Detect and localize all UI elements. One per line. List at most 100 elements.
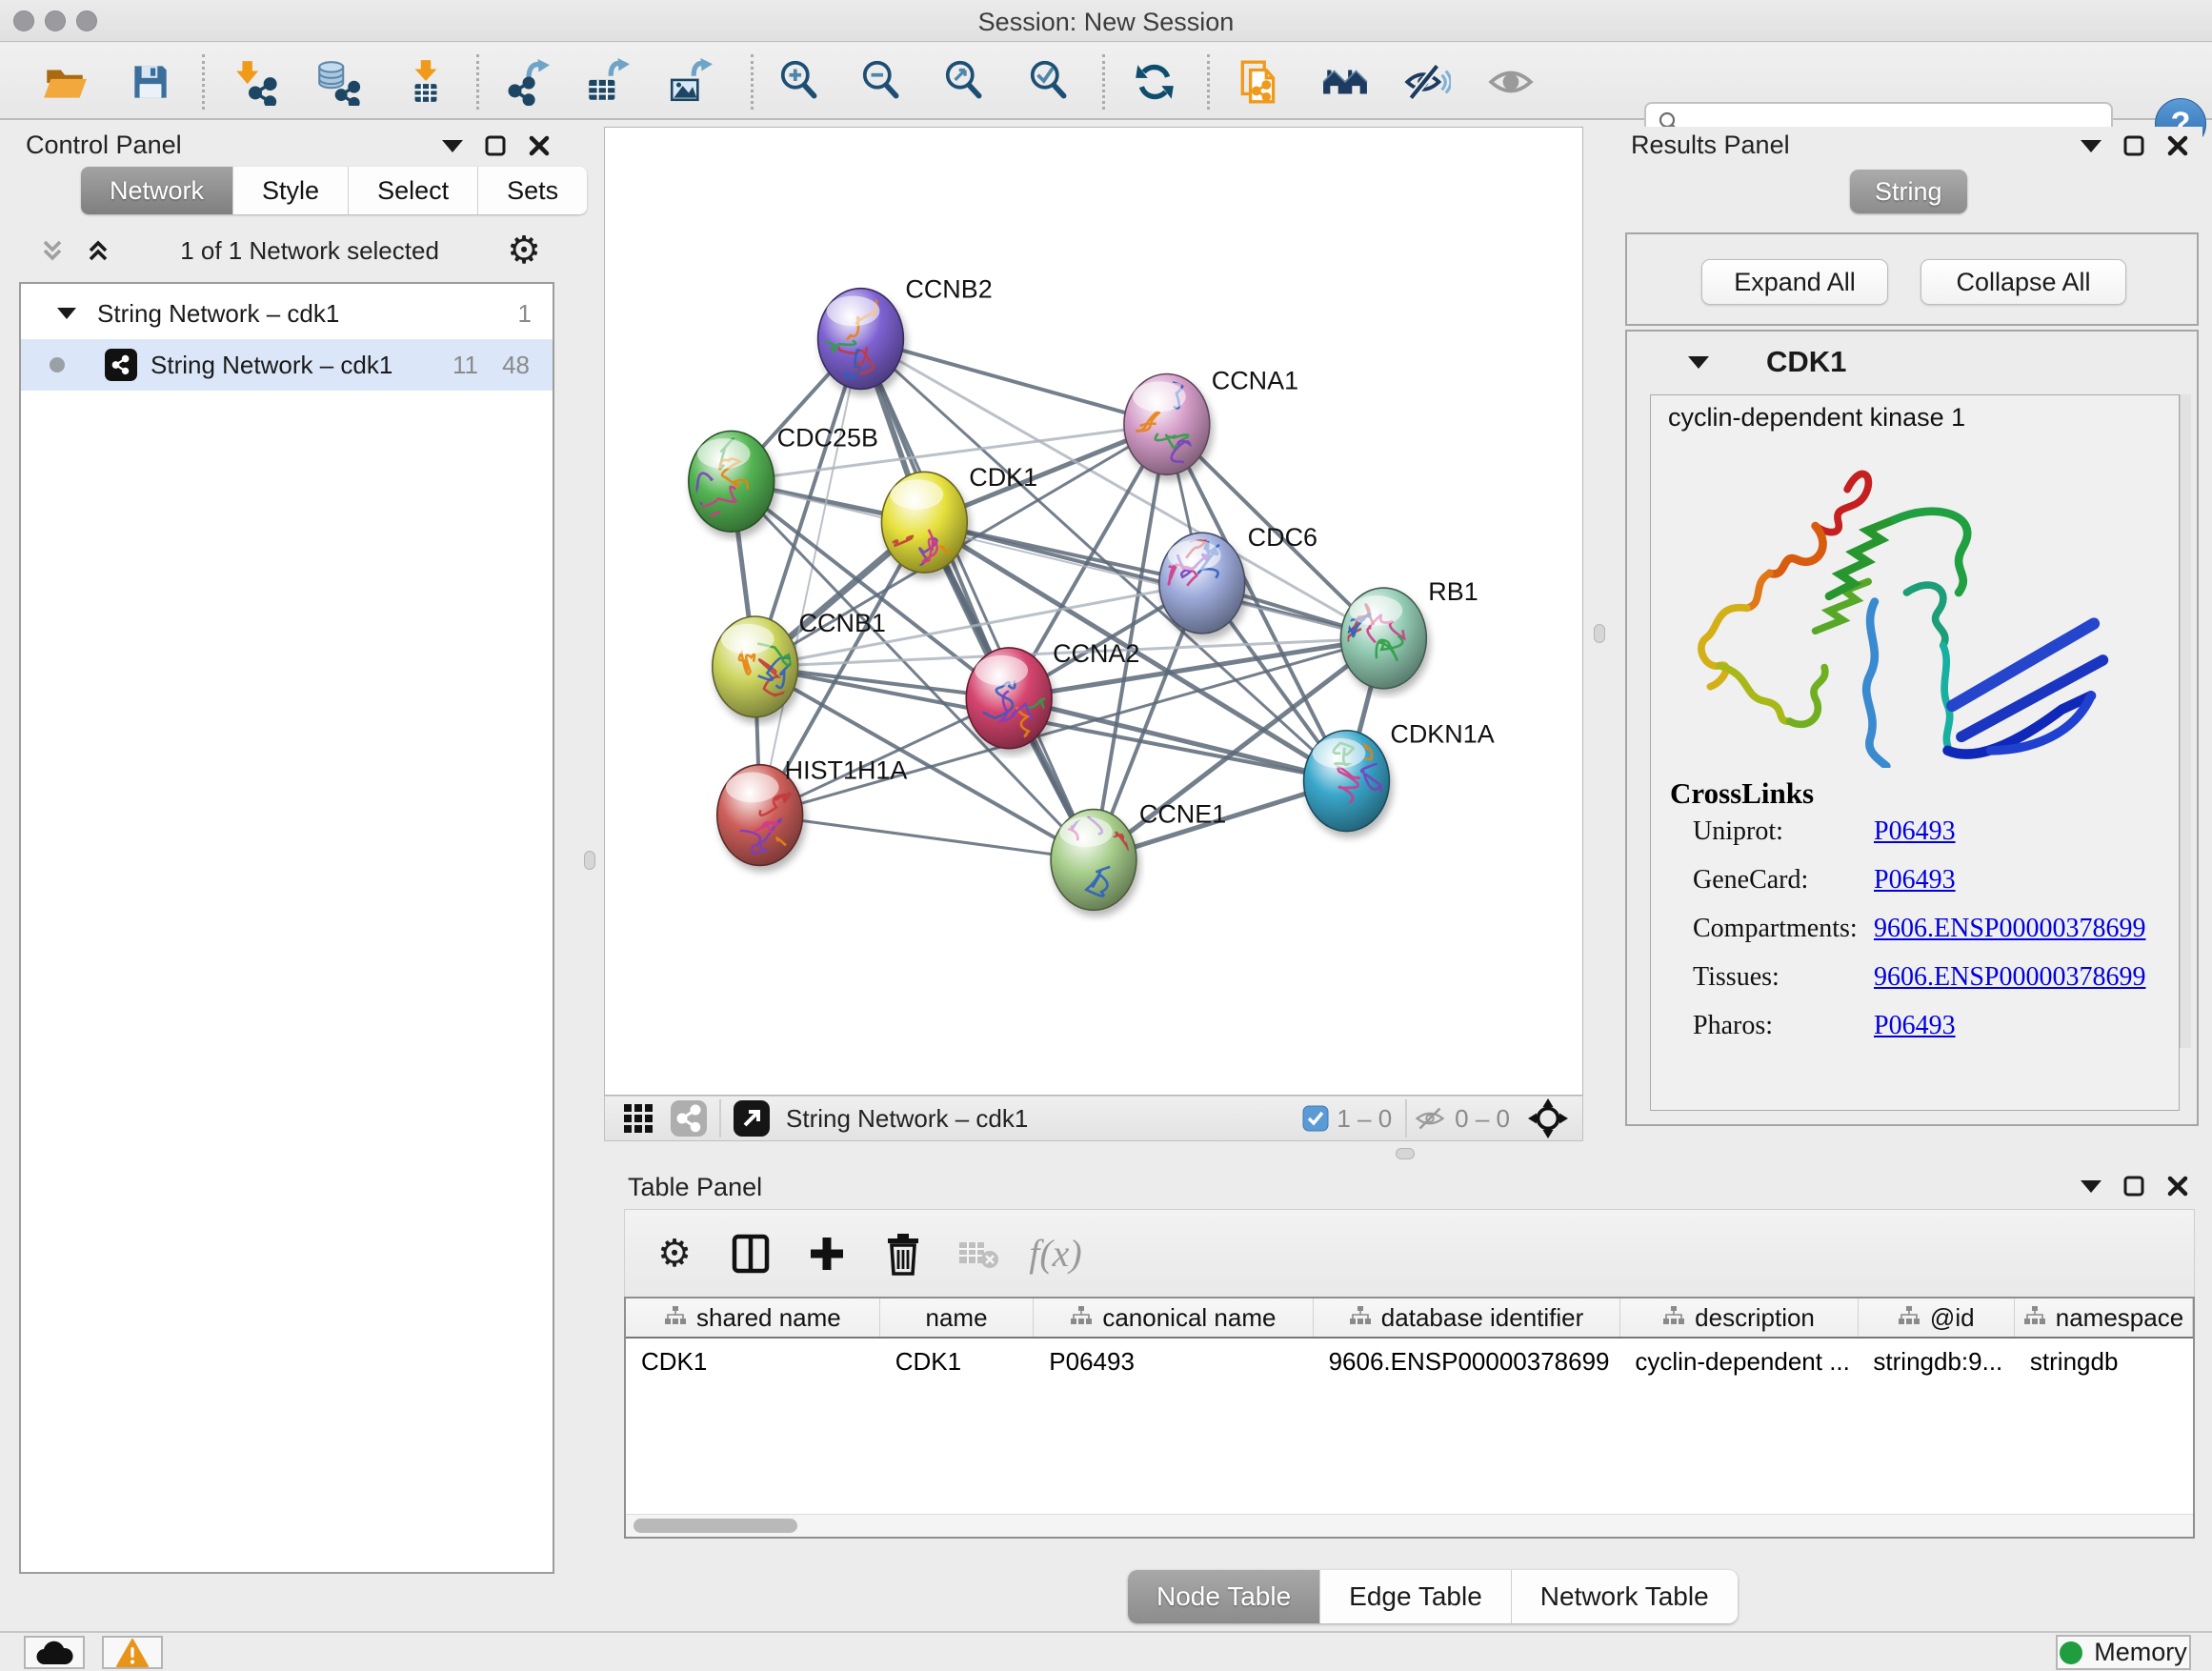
network-node-CCNB1[interactable] <box>713 616 798 717</box>
column-header-shared-name[interactable]: shared name <box>626 1299 880 1337</box>
zoom-fit-button[interactable] <box>939 56 991 108</box>
column-header-namespace[interactable]: namespace <box>2015 1299 2193 1337</box>
network-edge-CCNE1-HIST1H1A[interactable] <box>760 815 1094 860</box>
tab-network-table[interactable]: Network Table <box>1512 1570 1738 1623</box>
table-settings-gear-icon[interactable]: ⚙ <box>648 1235 701 1273</box>
panel-close-icon[interactable] <box>528 134 551 157</box>
table-horizontal-scrollbar[interactable] <box>626 1514 2193 1537</box>
network-canvas[interactable]: CCNB2CCNA1CDC25BCDK1CDC6RB1CCNB1CCNA2CDK… <box>604 127 1583 1096</box>
tab-sets[interactable]: Sets <box>478 167 587 214</box>
collapse-all-networks-icon[interactable] <box>38 236 67 265</box>
table-cell[interactable]: stringdb:9... <box>1858 1340 2014 1382</box>
save-session-button[interactable] <box>125 56 176 108</box>
table-cell[interactable]: CDK1 <box>880 1340 1035 1382</box>
toolbar-separator <box>751 54 754 110</box>
section-expand-icon[interactable] <box>1688 356 1709 369</box>
panel-close-icon[interactable] <box>2166 1175 2189 1198</box>
refresh-button[interactable] <box>1129 56 1180 108</box>
panel-float-icon[interactable] <box>2122 1175 2145 1198</box>
export-image-button[interactable] <box>664 56 715 108</box>
panel-float-icon[interactable] <box>484 134 507 157</box>
tab-style[interactable]: Style <box>233 167 349 214</box>
network-node-CCNA1[interactable] <box>1124 364 1210 489</box>
network-collection-row[interactable]: String Network – cdk1 1 <box>21 288 553 339</box>
crosslink-link[interactable]: P06493 <box>1874 816 1956 865</box>
tab-select[interactable]: Select <box>349 167 478 214</box>
control-panel: Control Panel NetworkStyleSelectSets 1 o… <box>10 127 564 1579</box>
network-share-badge-icon[interactable] <box>670 1099 708 1137</box>
collapse-all-button[interactable]: Collapse All <box>1920 259 2126 305</box>
gene-section-header[interactable]: CDK1 <box>1627 332 2197 393</box>
horizontal-splitter-handle[interactable] <box>1396 1148 1415 1159</box>
panel-menu-icon[interactable] <box>2081 1180 2101 1193</box>
selected-checkbox-icon[interactable] <box>1302 1105 1329 1132</box>
add-column-icon[interactable] <box>800 1234 854 1274</box>
birdseye-crosshair-icon[interactable] <box>1527 1097 1569 1139</box>
show-columns-icon[interactable] <box>724 1233 777 1275</box>
column-header-canonical-name[interactable]: canonical name <box>1034 1299 1313 1337</box>
expand-all-networks-icon[interactable] <box>84 236 112 265</box>
vertical-splitter-handle[interactable] <box>1594 624 1605 643</box>
hide-selected-button[interactable] <box>1401 56 1453 108</box>
expand-all-button[interactable]: Expand All <box>1701 259 1888 305</box>
crosslink-link[interactable]: 9606.ENSP00000378699 <box>1874 962 2145 1011</box>
delete-column-icon[interactable] <box>876 1232 930 1276</box>
grid-view-icon[interactable] <box>622 1102 654 1135</box>
memory-button[interactable]: Memory <box>2056 1635 2191 1670</box>
gear-icon[interactable]: ⚙ <box>507 232 541 270</box>
zoom-in-button[interactable] <box>774 56 826 108</box>
zoom-selected-button[interactable] <box>1024 56 1076 108</box>
table-cell[interactable]: cyclin-dependent ... <box>1619 1340 1858 1382</box>
column-header-name[interactable]: name <box>880 1299 1034 1337</box>
crosslink-link[interactable]: 9606.ENSP00000378699 <box>1874 914 2145 962</box>
table-cell[interactable]: CDK1 <box>626 1340 880 1382</box>
panel-float-icon[interactable] <box>2122 134 2145 157</box>
table-cell[interactable]: P06493 <box>1034 1340 1313 1382</box>
open-in-window-icon[interactable] <box>733 1099 771 1137</box>
table-row[interactable]: CDK1CDK1P064939606.ENSP00000378699cyclin… <box>626 1340 2193 1382</box>
network-edge-CCNB2-HIST1H1A[interactable] <box>760 339 861 815</box>
string-home-button[interactable] <box>1319 56 1371 108</box>
vertical-splitter-handle[interactable] <box>584 851 595 870</box>
zoom-out-button[interactable] <box>856 56 908 108</box>
column-header-id[interactable]: @id <box>1859 1299 2015 1337</box>
tab-string[interactable]: String <box>1850 170 1967 213</box>
cloud-status-button[interactable] <box>24 1636 85 1669</box>
scrollbar-thumb[interactable] <box>633 1519 797 1533</box>
network-node-CCNE1[interactable] <box>1051 795 1136 911</box>
column-header-label: name <box>925 1303 987 1333</box>
open-session-button[interactable] <box>39 56 90 108</box>
table-cell[interactable]: stringdb <box>2015 1340 2193 1382</box>
panel-close-icon[interactable] <box>2166 134 2189 157</box>
node-label-HIST1H1A: HIST1H1A <box>785 756 908 785</box>
node-label-CDC25B: CDC25B <box>777 423 878 452</box>
network-node-RB1[interactable] <box>1337 588 1426 689</box>
network-node-CDC6[interactable] <box>1159 531 1245 633</box>
panel-menu-icon[interactable] <box>2081 140 2101 152</box>
tab-edge-table[interactable]: Edge Table <box>1320 1570 1512 1623</box>
clone-network-button[interactable] <box>1234 56 1285 108</box>
import-table-button[interactable] <box>400 56 452 108</box>
export-network-button[interactable] <box>501 56 553 108</box>
crosslink-link[interactable]: P06493 <box>1874 1011 1956 1059</box>
show-all-button[interactable] <box>1485 56 1537 108</box>
network-node-CDC25B[interactable] <box>688 425 774 532</box>
function-builder-icon[interactable]: f(x) <box>1029 1231 1082 1276</box>
network-row[interactable]: String Network – cdk1 11 48 <box>21 339 553 391</box>
table-cell[interactable]: 9606.ENSP00000378699 <box>1314 1340 1620 1382</box>
panel-menu-icon[interactable] <box>442 140 463 152</box>
warnings-button[interactable] <box>102 1636 163 1669</box>
collection-expand-icon[interactable] <box>57 308 76 319</box>
column-header-description[interactable]: description <box>1620 1299 1859 1337</box>
hidden-count-badge: 0 – 0 <box>1455 1104 1510 1134</box>
column-header-database-identifier[interactable]: database identifier <box>1314 1299 1620 1337</box>
network-node-CCNB2[interactable] <box>799 289 903 396</box>
tab-network[interactable]: Network <box>81 167 233 214</box>
crosslink-link[interactable]: P06493 <box>1874 865 1956 914</box>
import-network-from-database-button[interactable] <box>312 56 364 108</box>
delete-table-icon[interactable] <box>953 1235 1006 1273</box>
results-scrollbar[interactable] <box>2180 394 2191 1048</box>
tab-node-table[interactable]: Node Table <box>1128 1570 1320 1623</box>
import-network-button[interactable] <box>230 56 281 108</box>
export-table-button[interactable] <box>581 56 633 108</box>
